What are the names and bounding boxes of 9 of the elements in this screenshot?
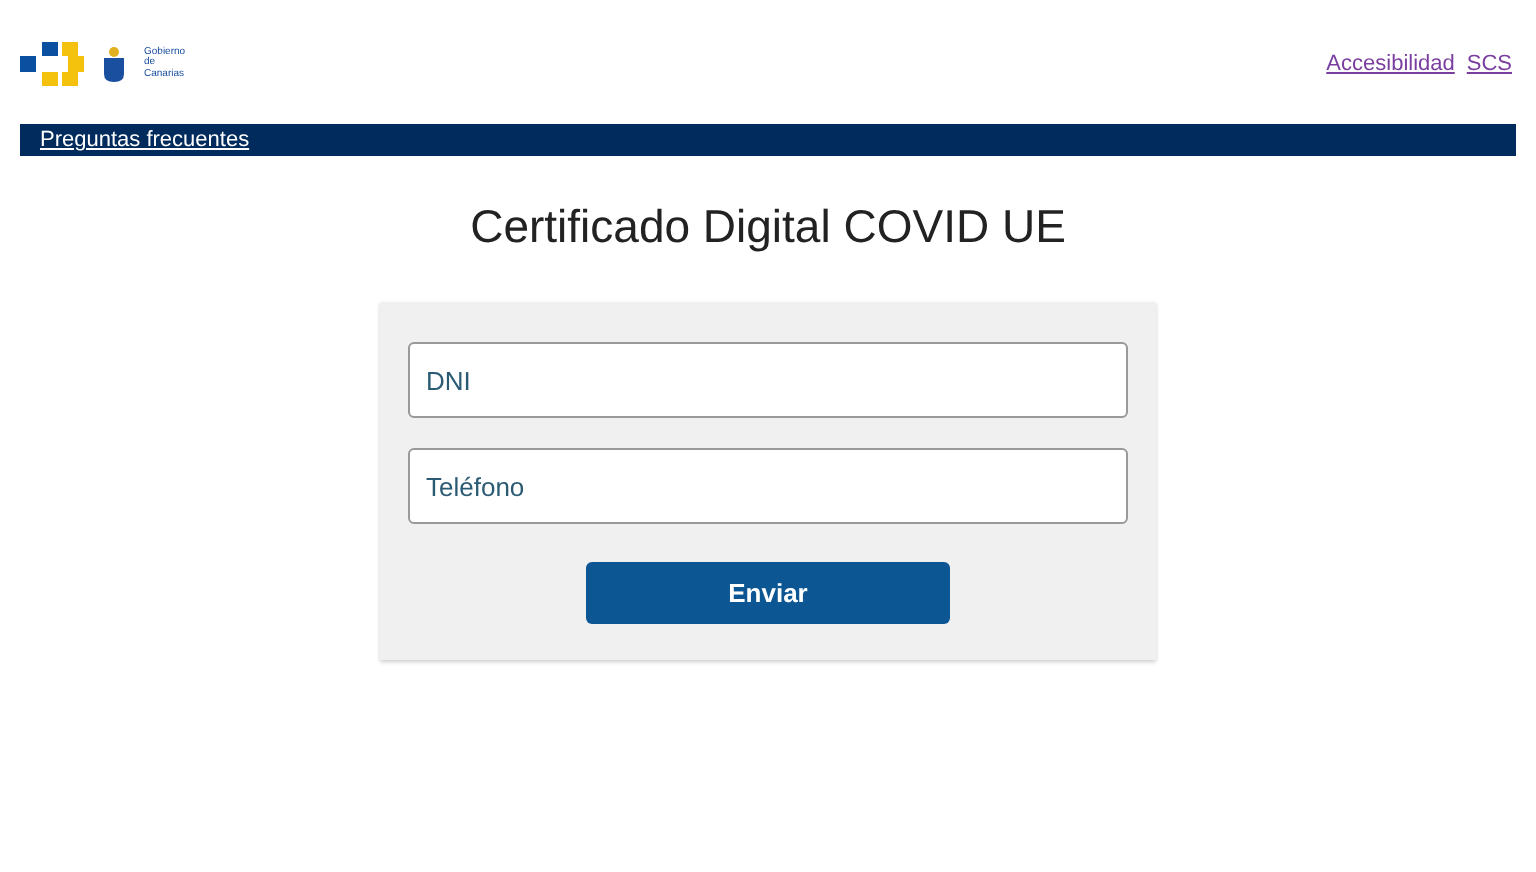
- page-title: Certificado Digital COVID UE: [468, 200, 1068, 254]
- coat-of-arms-icon: [104, 46, 124, 82]
- cross-logo-icon: [20, 42, 84, 86]
- header-link[interactable]: Accesibilidad: [1326, 52, 1455, 76]
- submit-button[interactable]: Enviar: [586, 562, 950, 624]
- input-field[interactable]: Teléfono: [408, 448, 1128, 524]
- header-link[interactable]: SCS: [1466, 52, 1512, 76]
- nav-link[interactable]: Preguntas frecuentes: [40, 128, 250, 152]
- input-field[interactable]: DNI: [408, 342, 1128, 418]
